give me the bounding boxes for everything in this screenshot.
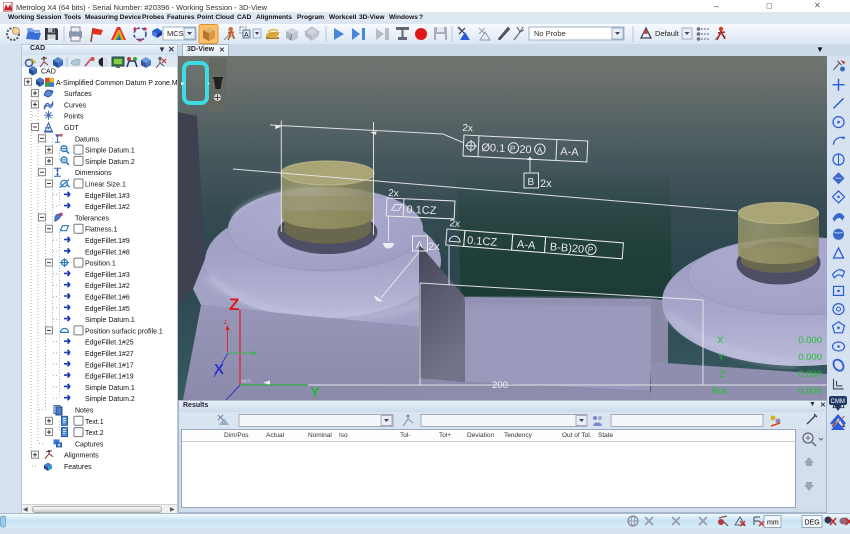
svg-text:EdgeFillet.1#3: EdgeFillet.1#3 — [85, 272, 130, 279]
svg-text:0.1CZ: 0.1CZ — [467, 235, 498, 249]
svg-text:Flatness.1: Flatness.1 — [85, 227, 117, 234]
svg-text:0.000: 0.000 — [798, 335, 822, 346]
svg-text:Position surfacic profile.1: Position surfacic profile.1 — [85, 328, 163, 335]
svg-text:0.000: 0.000 — [798, 352, 822, 363]
svg-text:2x: 2x — [388, 188, 399, 199]
svg-text:Curves: Curves — [64, 102, 87, 109]
svg-text:CMM: CMM — [831, 399, 845, 405]
svg-text:X: X — [214, 361, 224, 378]
svg-text:2x: 2x — [449, 218, 460, 230]
svg-text:20: 20 — [519, 144, 532, 157]
svg-text:EdgeFillet.1#6: EdgeFillet.1#6 — [85, 295, 130, 302]
svg-text:Simple Datum.2: Simple Datum.2 — [85, 159, 135, 166]
svg-text:EdgeFillet.1#17: EdgeFillet.1#17 — [85, 362, 134, 369]
svg-text:Rot: Rot — [712, 386, 727, 397]
svg-text:P: P — [510, 144, 516, 153]
svg-text:Y: Y — [310, 384, 320, 400]
svg-text:EdgeFillet.1#27: EdgeFillet.1#27 — [85, 351, 134, 358]
svg-text:Text.2: Text.2 — [85, 430, 104, 437]
svg-text:GDT: GDT — [64, 125, 80, 132]
svg-text:Tolerances: Tolerances — [75, 215, 109, 222]
svg-text:Ø0.1: Ø0.1 — [481, 142, 505, 155]
svg-text:Simple Datum.1: Simple Datum.1 — [85, 148, 135, 155]
svg-text:X: X — [717, 335, 724, 346]
svg-text:Z: Z — [229, 295, 239, 314]
svg-text:EdgeFillet.1#19: EdgeFillet.1#19 — [85, 374, 134, 381]
svg-text:P: P — [587, 245, 593, 254]
svg-text:Points: Points — [64, 114, 84, 121]
svg-text:Surfaces: Surfaces — [64, 91, 92, 98]
svg-text:0.000: 0.000 — [798, 386, 822, 397]
svg-text:EdgeFillet.1#5: EdgeFillet.1#5 — [85, 306, 130, 313]
svg-text:0.1CZ: 0.1CZ — [406, 204, 437, 217]
svg-text:MCS: MCS — [167, 29, 184, 38]
svg-text:EdgeFillet.1#9: EdgeFillet.1#9 — [85, 238, 130, 245]
svg-text:200: 200 — [492, 380, 508, 391]
svg-text:EdgeFillet.1#2: EdgeFillet.1#2 — [85, 283, 130, 290]
svg-text:A: A — [244, 32, 249, 39]
svg-text:EdgeFillet.1#2: EdgeFillet.1#2 — [85, 204, 130, 211]
svg-text:CAD: CAD — [41, 69, 56, 76]
svg-text:Text.1: Text.1 — [85, 419, 104, 426]
svg-text:Linear Size.1: Linear Size.1 — [85, 182, 126, 189]
svg-text:2x: 2x — [540, 178, 552, 190]
svg-text:mm: mm — [767, 520, 779, 527]
svg-text:EdgeFillet.1#8: EdgeFillet.1#8 — [85, 249, 130, 256]
svg-text:B: B — [528, 177, 535, 188]
svg-text:Simple Datum.2: Simple Datum.2 — [85, 396, 135, 403]
svg-text:Features: Features — [64, 464, 92, 471]
svg-text:2x: 2x — [462, 123, 473, 135]
svg-text:EdgeFillet.1#3: EdgeFillet.1#3 — [85, 193, 130, 200]
svg-text:DEG: DEG — [805, 520, 820, 527]
svg-text:Z: Z — [719, 369, 725, 380]
svg-text:Notes: Notes — [75, 408, 94, 415]
svg-text:Dimensions: Dimensions — [75, 170, 112, 177]
svg-text:A-A: A-A — [517, 239, 537, 252]
svg-text:Alignments: Alignments — [64, 453, 99, 460]
svg-text:z: z — [224, 320, 227, 326]
svg-text:A-A: A-A — [560, 146, 580, 159]
svg-text:Datums: Datums — [75, 136, 100, 143]
svg-text:Position.1: Position.1 — [85, 261, 116, 268]
svg-text:A: A — [416, 240, 423, 251]
svg-text:Y: Y — [718, 352, 725, 363]
svg-text:A-Simplified Common Datum P zo: A-Simplified Common Datum P zone.M — [56, 80, 177, 87]
svg-text:i: i — [290, 33, 292, 42]
svg-text:Simple Datum.1: Simple Datum.1 — [85, 385, 135, 392]
svg-text:No Probe: No Probe — [534, 29, 566, 38]
svg-text:Default: Default — [655, 29, 680, 38]
svg-text:2x: 2x — [428, 241, 440, 253]
svg-text:0.000: 0.000 — [798, 369, 822, 380]
svg-text:Captures: Captures — [75, 441, 104, 448]
svg-text:MCS: MCS — [241, 379, 251, 384]
svg-text:Simple Datum.1: Simple Datum.1 — [85, 317, 135, 324]
svg-text:EdgeFillet.1#25: EdgeFillet.1#25 — [85, 340, 134, 347]
